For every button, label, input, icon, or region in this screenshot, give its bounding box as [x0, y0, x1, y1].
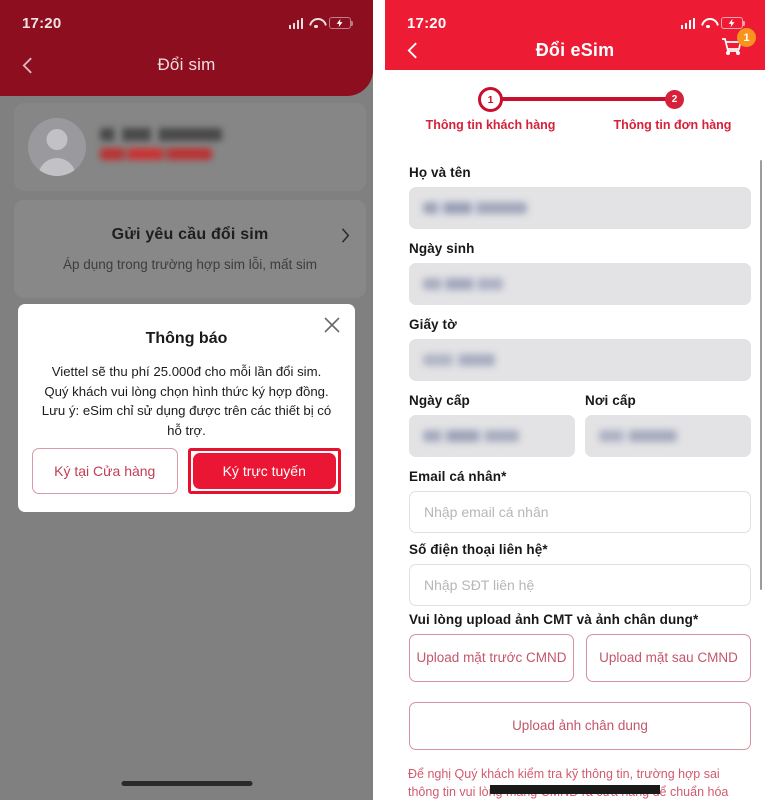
wifi-icon: [701, 18, 715, 29]
field-full-name: Họ và tên: [409, 165, 751, 229]
redacted-value: [423, 430, 519, 442]
stepper-step-2[interactable]: 2: [665, 90, 684, 109]
email-input[interactable]: Nhập email cá nhân: [409, 491, 751, 533]
issue-place-input[interactable]: [585, 415, 751, 457]
field-label: Nơi cấp: [585, 393, 636, 408]
dialog-body-text: Viettel sẽ thu phí 25.000đ cho mỗi lần đ…: [41, 364, 332, 438]
vertical-scrollbar[interactable]: [759, 160, 762, 590]
field-label: Họ và tên: [409, 165, 471, 180]
notification-dialog: Thông báo Viettel sẽ thu phí 25.000đ cho…: [18, 304, 355, 512]
bolt-icon: [728, 18, 735, 28]
user-avatar-icon: [28, 118, 86, 176]
full-name-input[interactable]: [409, 187, 751, 229]
field-label: Giấy tờ: [409, 317, 457, 332]
left-phone-screen: 17:20 Đổi sim Gửi yêu cầu đổi sim Áp dụn…: [0, 0, 373, 800]
profile-text: [100, 127, 222, 167]
birth-date-input[interactable]: [409, 263, 751, 305]
page-title: Đổi eSim: [535, 39, 615, 60]
back-button[interactable]: [399, 37, 425, 63]
field-issue-place: Nơi cấp: [585, 393, 751, 457]
upload-section: Vui lòng upload ảnh CMT và ảnh chân dung…: [409, 612, 751, 750]
upload-front-id-button[interactable]: Upload mặt trước CMND: [409, 634, 574, 682]
right-nav-bar: Đổi eSim 1: [385, 28, 765, 70]
document-input[interactable]: [409, 339, 751, 381]
sign-online-button[interactable]: Ký trực tuyến: [192, 453, 336, 489]
redacted-value: [423, 202, 527, 214]
upload-back-id-button[interactable]: Upload mặt sau CMND: [586, 634, 751, 682]
battery-charging-icon: [329, 17, 353, 29]
field-label: Ngày sinh: [409, 241, 475, 256]
chevron-left-icon: [22, 57, 32, 73]
left-status-bar: 17:20: [0, 12, 373, 34]
stepper-label-1: Thông tin khách hàng: [425, 118, 556, 132]
stepper-connector-line: [491, 97, 677, 101]
highlight-box: Ký trực tuyến: [187, 448, 341, 494]
back-button[interactable]: [14, 52, 40, 78]
field-label: Số điện thoại liên hệ*: [409, 542, 548, 557]
cart-button[interactable]: 1: [719, 28, 756, 65]
sign-at-store-button[interactable]: Ký tại Cửa hàng: [32, 448, 178, 494]
dialog-button-row: Ký tại Cửa hàng Ký trực tuyến: [32, 448, 341, 494]
upload-portrait-button[interactable]: Upload ảnh chân dung: [409, 702, 751, 750]
field-label: Email cá nhân*: [409, 469, 507, 484]
redacted-value: [599, 430, 677, 442]
upload-id-row: Upload mặt trước CMND Upload mặt sau CMN…: [409, 634, 751, 682]
left-nav-bar: Đổi sim: [0, 44, 373, 86]
upload-section-label: Vui lòng upload ảnh CMT và ảnh chân dung…: [409, 612, 699, 627]
bolt-icon: [336, 18, 343, 28]
status-time: 17:20: [407, 14, 447, 32]
home-indicator: [121, 781, 252, 786]
page-title: Đổi sim: [157, 55, 216, 74]
battery-charging-icon: [721, 17, 745, 29]
cart-badge-count: 1: [737, 28, 756, 47]
cellular-signal-icon: [680, 17, 695, 29]
field-label: Ngày cấp: [409, 393, 470, 408]
card-subtitle: Áp dụng trong trường hợp sim lỗi, mất si…: [62, 257, 318, 272]
card-title: Gửi yêu cầu đổi sim: [111, 226, 269, 243]
field-phone: Số điện thoại liên hệ* Nhập SĐT liên hệ: [409, 542, 751, 606]
status-time: 17:20: [22, 14, 62, 32]
wifi-icon: [309, 18, 323, 29]
stepper-label-2: Thông tin đơn hàng: [613, 118, 732, 132]
profile-subtitle-redacted: [100, 147, 212, 160]
redacted-value: [423, 354, 495, 366]
issue-date-input[interactable]: [409, 415, 575, 457]
profile-name-redacted: [100, 127, 222, 141]
right-phone-screen: 17:20 Đổi eSim 1 1 2 Thông tin khách hàn…: [385, 0, 765, 800]
field-email: Email cá nhân* Nhập email cá nhân: [409, 469, 751, 533]
field-document: Giấy tờ: [409, 317, 751, 381]
screenshot-root: 17:20 Đổi sim Gửi yêu cầu đổi sim Áp dụn…: [0, 0, 765, 800]
phone-input[interactable]: Nhập SĐT liên hệ: [409, 564, 751, 606]
field-issue-date: Ngày cấp: [409, 393, 575, 457]
chevron-left-icon: [407, 42, 417, 58]
profile-card[interactable]: [14, 103, 366, 191]
form-warning-text: Để nghị Quý khách kiểm tra kỹ thông tin,…: [408, 767, 729, 799]
chevron-right-icon: [340, 227, 350, 244]
field-birth-date: Ngày sinh: [409, 241, 751, 305]
dialog-title: Thông báo: [145, 330, 228, 347]
redaction-bar: [490, 785, 660, 794]
redacted-value: [423, 278, 503, 290]
stepper-step-1[interactable]: 1: [478, 87, 503, 112]
status-icon-group: [680, 17, 745, 29]
send-sim-request-card[interactable]: Gửi yêu cầu đổi sim Áp dụng trong trường…: [14, 200, 366, 298]
progress-stepper: 1 2 Thông tin khách hàng Thông tin đơn h…: [385, 82, 765, 132]
cellular-signal-icon: [288, 17, 303, 29]
status-icon-group: [288, 17, 353, 29]
